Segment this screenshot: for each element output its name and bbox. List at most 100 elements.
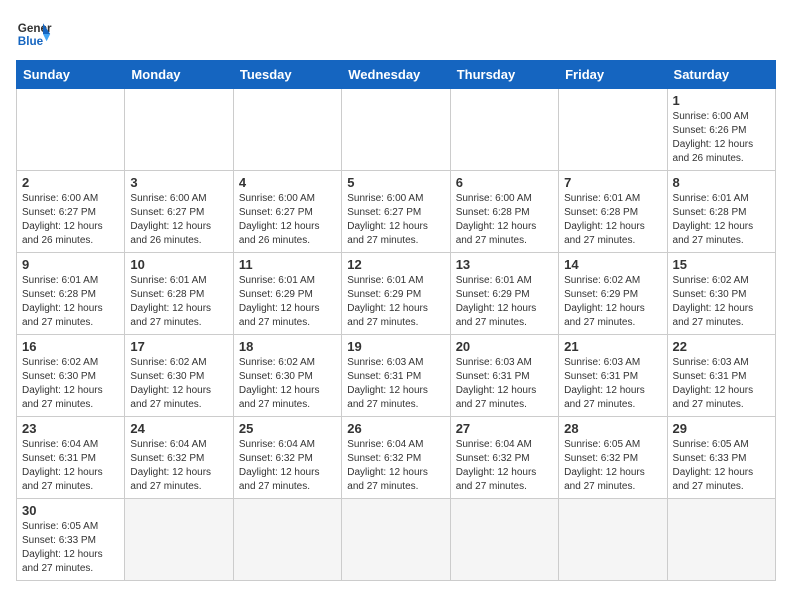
calendar-cell: 25 Sunrise: 6:04 AM Sunset: 6:32 PM Dayli… xyxy=(233,417,341,499)
day-number: 30 xyxy=(22,503,119,518)
logo-icon: General Blue xyxy=(16,16,52,52)
calendar-cell: 7 Sunrise: 6:01 AM Sunset: 6:28 PM Daylig… xyxy=(559,171,667,253)
day-number: 4 xyxy=(239,175,336,190)
calendar-week-row: 1 Sunrise: 6:00 AM Sunset: 6:26 PM Daylig… xyxy=(17,89,776,171)
calendar-table: SundayMondayTuesdayWednesdayThursdayFrid… xyxy=(16,60,776,581)
day-info: Sunrise: 6:00 AM Sunset: 6:27 PM Dayligh… xyxy=(130,192,227,248)
day-number: 26 xyxy=(347,421,444,436)
col-header-monday: Monday xyxy=(125,61,233,89)
day-info: Sunrise: 6:00 AM Sunset: 6:28 PM Dayligh… xyxy=(456,192,553,248)
calendar-cell: 4 Sunrise: 6:00 AM Sunset: 6:27 PM Daylig… xyxy=(233,171,341,253)
calendar-cell: 10 Sunrise: 6:01 AM Sunset: 6:28 PM Dayli… xyxy=(125,253,233,335)
calendar-cell xyxy=(559,499,667,581)
day-info: Sunrise: 6:04 AM Sunset: 6:32 PM Dayligh… xyxy=(239,438,336,494)
calendar-cell: 26 Sunrise: 6:04 AM Sunset: 6:32 PM Dayli… xyxy=(342,417,450,499)
day-info: Sunrise: 6:01 AM Sunset: 6:28 PM Dayligh… xyxy=(564,192,661,248)
day-info: Sunrise: 6:01 AM Sunset: 6:28 PM Dayligh… xyxy=(130,274,227,330)
calendar-cell: 27Sunrise: 6:04 AM Sunset: 6:32 PM Dayli… xyxy=(450,417,558,499)
calendar-cell: 21 Sunrise: 6:03 AM Sunset: 6:31 PM Dayli… xyxy=(559,335,667,417)
day-number: 18 xyxy=(239,339,336,354)
calendar-cell: 14 Sunrise: 6:02 AM Sunset: 6:29 PM Dayli… xyxy=(559,253,667,335)
day-info: Sunrise: 6:02 AM Sunset: 6:30 PM Dayligh… xyxy=(22,356,119,412)
day-info: Sunrise: 6:01 AM Sunset: 6:29 PM Dayligh… xyxy=(239,274,336,330)
col-header-wednesday: Wednesday xyxy=(342,61,450,89)
calendar-cell: 9 Sunrise: 6:01 AM Sunset: 6:28 PM Daylig… xyxy=(17,253,125,335)
col-header-friday: Friday xyxy=(559,61,667,89)
day-number: 5 xyxy=(347,175,444,190)
calendar-header-row: SundayMondayTuesdayWednesdayThursdayFrid… xyxy=(17,61,776,89)
day-info: Sunrise: 6:01 AM Sunset: 6:28 PM Dayligh… xyxy=(22,274,119,330)
calendar-cell: 16 Sunrise: 6:02 AM Sunset: 6:30 PM Dayli… xyxy=(17,335,125,417)
day-number: 25 xyxy=(239,421,336,436)
col-header-tuesday: Tuesday xyxy=(233,61,341,89)
day-number: 8 xyxy=(673,175,770,190)
day-number: 14 xyxy=(564,257,661,272)
calendar-cell: 20 Sunrise: 6:03 AM Sunset: 6:31 PM Dayli… xyxy=(450,335,558,417)
day-info: Sunrise: 6:05 AM Sunset: 6:33 PM Dayligh… xyxy=(673,438,770,494)
col-header-sunday: Sunday xyxy=(17,61,125,89)
calendar-cell: 30 Sunrise: 6:05 AM Sunset: 6:33 PM Dayli… xyxy=(17,499,125,581)
day-number: 9 xyxy=(22,257,119,272)
calendar-cell: 8 Sunrise: 6:01 AM Sunset: 6:28 PM Daylig… xyxy=(667,171,775,253)
day-number: 12 xyxy=(347,257,444,272)
calendar-cell: 2 Sunrise: 6:00 AM Sunset: 6:27 PM Daylig… xyxy=(17,171,125,253)
day-info: Sunrise: 6:04 AM Sunset: 6:32 PM Dayligh… xyxy=(347,438,444,494)
calendar-cell: 11 Sunrise: 6:01 AM Sunset: 6:29 PM Dayli… xyxy=(233,253,341,335)
day-number: 2 xyxy=(22,175,119,190)
calendar-cell xyxy=(450,499,558,581)
day-info: Sunrise: 6:00 AM Sunset: 6:26 PM Dayligh… xyxy=(673,110,770,166)
day-info: Sunrise: 6:00 AM Sunset: 6:27 PM Dayligh… xyxy=(239,192,336,248)
calendar-cell: 24Sunrise: 6:04 AM Sunset: 6:32 PM Dayli… xyxy=(125,417,233,499)
calendar-cell: 17Sunrise: 6:02 AM Sunset: 6:30 PM Dayli… xyxy=(125,335,233,417)
calendar-week-row: 16 Sunrise: 6:02 AM Sunset: 6:30 PM Dayli… xyxy=(17,335,776,417)
day-info: Sunrise: 6:05 AM Sunset: 6:33 PM Dayligh… xyxy=(22,520,119,576)
calendar-week-row: 9 Sunrise: 6:01 AM Sunset: 6:28 PM Daylig… xyxy=(17,253,776,335)
day-info: Sunrise: 6:02 AM Sunset: 6:29 PM Dayligh… xyxy=(564,274,661,330)
calendar-cell xyxy=(233,89,341,171)
day-number: 29 xyxy=(673,421,770,436)
day-number: 20 xyxy=(456,339,553,354)
calendar-cell: 6Sunrise: 6:00 AM Sunset: 6:28 PM Daylig… xyxy=(450,171,558,253)
day-info: Sunrise: 6:00 AM Sunset: 6:27 PM Dayligh… xyxy=(22,192,119,248)
day-number: 16 xyxy=(22,339,119,354)
day-number: 21 xyxy=(564,339,661,354)
calendar-cell xyxy=(17,89,125,171)
calendar-cell: 28 Sunrise: 6:05 AM Sunset: 6:32 PM Dayli… xyxy=(559,417,667,499)
calendar-cell: 18 Sunrise: 6:02 AM Sunset: 6:30 PM Dayli… xyxy=(233,335,341,417)
day-info: Sunrise: 6:01 AM Sunset: 6:28 PM Dayligh… xyxy=(673,192,770,248)
day-number: 1 xyxy=(673,93,770,108)
calendar-cell xyxy=(125,499,233,581)
day-number: 19 xyxy=(347,339,444,354)
calendar-week-row: 23 Sunrise: 6:04 AM Sunset: 6:31 PM Dayli… xyxy=(17,417,776,499)
calendar-cell: 1 Sunrise: 6:00 AM Sunset: 6:26 PM Daylig… xyxy=(667,89,775,171)
calendar-cell xyxy=(342,499,450,581)
calendar-cell: 5Sunrise: 6:00 AM Sunset: 6:27 PM Daylig… xyxy=(342,171,450,253)
day-number: 27 xyxy=(456,421,553,436)
calendar-cell xyxy=(667,499,775,581)
day-info: Sunrise: 6:04 AM Sunset: 6:31 PM Dayligh… xyxy=(22,438,119,494)
calendar-cell: 3 Sunrise: 6:00 AM Sunset: 6:27 PM Daylig… xyxy=(125,171,233,253)
logo: General Blue xyxy=(16,16,52,52)
page-header: General Blue xyxy=(16,16,776,52)
svg-text:Blue: Blue xyxy=(18,35,44,48)
day-number: 15 xyxy=(673,257,770,272)
day-number: 3 xyxy=(130,175,227,190)
day-number: 10 xyxy=(130,257,227,272)
day-info: Sunrise: 6:02 AM Sunset: 6:30 PM Dayligh… xyxy=(130,356,227,412)
day-info: Sunrise: 6:03 AM Sunset: 6:31 PM Dayligh… xyxy=(564,356,661,412)
day-info: Sunrise: 6:03 AM Sunset: 6:31 PM Dayligh… xyxy=(673,356,770,412)
day-number: 7 xyxy=(564,175,661,190)
day-number: 22 xyxy=(673,339,770,354)
day-number: 23 xyxy=(22,421,119,436)
day-info: Sunrise: 6:05 AM Sunset: 6:32 PM Dayligh… xyxy=(564,438,661,494)
day-info: Sunrise: 6:03 AM Sunset: 6:31 PM Dayligh… xyxy=(456,356,553,412)
day-info: Sunrise: 6:02 AM Sunset: 6:30 PM Dayligh… xyxy=(239,356,336,412)
calendar-cell: 29 Sunrise: 6:05 AM Sunset: 6:33 PM Dayli… xyxy=(667,417,775,499)
day-number: 11 xyxy=(239,257,336,272)
calendar-cell: 15Sunrise: 6:02 AM Sunset: 6:30 PM Dayli… xyxy=(667,253,775,335)
day-number: 28 xyxy=(564,421,661,436)
day-info: Sunrise: 6:03 AM Sunset: 6:31 PM Dayligh… xyxy=(347,356,444,412)
day-info: Sunrise: 6:04 AM Sunset: 6:32 PM Dayligh… xyxy=(130,438,227,494)
calendar-cell: 22 Sunrise: 6:03 AM Sunset: 6:31 PM Dayli… xyxy=(667,335,775,417)
calendar-cell xyxy=(559,89,667,171)
